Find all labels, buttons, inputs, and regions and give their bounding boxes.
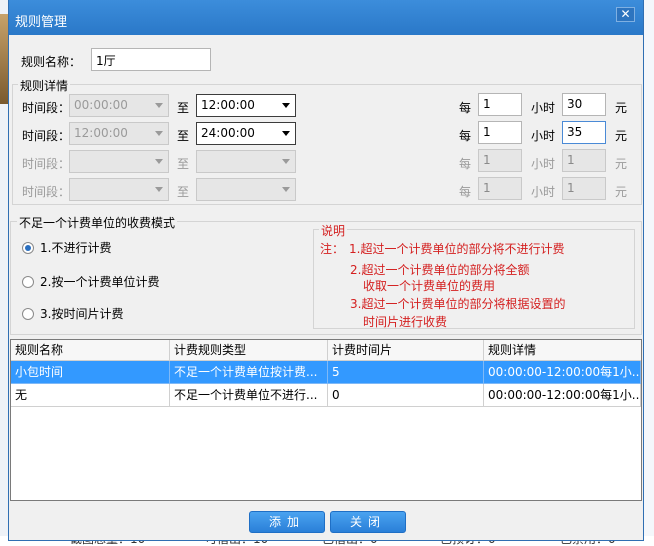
mode-option-full-unit[interactable]: 2.按一个计费单位计费 bbox=[22, 273, 159, 290]
chevron-down-icon bbox=[155, 187, 163, 192]
mode-option-label: 2.按一个计费单位计费 bbox=[40, 275, 160, 289]
radio-icon bbox=[22, 307, 34, 320]
hours-input[interactable]: 1 bbox=[478, 177, 522, 200]
start-time-select[interactable] bbox=[69, 150, 169, 173]
rules-table[interactable]: 规则名称 计费规则类型 计费时间片 规则详情 小包时间 不足一个计费单位按计费.… bbox=[10, 339, 642, 501]
currency-label: 元 bbox=[615, 185, 628, 199]
column-header[interactable]: 规则名称 bbox=[11, 340, 170, 361]
hour-unit-label: 小时 bbox=[531, 129, 556, 143]
close-button[interactable]: 关闭 bbox=[330, 511, 406, 533]
charge-mode-title: 不足一个计费单位的收费模式 bbox=[17, 214, 178, 231]
radio-icon bbox=[22, 275, 34, 288]
per-label: 每 bbox=[459, 157, 472, 171]
table-cell: 00:00:00-12:00:00每1小... bbox=[484, 361, 641, 384]
hour-unit-label: 小时 bbox=[531, 157, 556, 171]
radio-checked-icon bbox=[22, 241, 34, 254]
column-header[interactable]: 计费规则类型 bbox=[170, 340, 328, 361]
table-header: 规则名称 计费规则类型 计费时间片 规则详情 bbox=[11, 340, 641, 361]
explanation-line: 2.超过一个计费单位的部分将全额 bbox=[350, 263, 530, 277]
chevron-down-icon bbox=[155, 131, 163, 136]
time-range-label: 时间段： bbox=[22, 129, 71, 143]
currency-label: 元 bbox=[615, 157, 628, 171]
table-cell: 5 bbox=[328, 361, 484, 384]
per-label: 每 bbox=[459, 129, 472, 143]
chevron-down-icon bbox=[282, 159, 290, 164]
start-time-select[interactable]: 00:00:00 bbox=[69, 94, 169, 117]
rule-name-label: 规则名称： bbox=[21, 55, 82, 69]
rule-management-dialog: 规则管理 ✕ 规则名称： 1厅 规则详情 时间段： 00:00:00 至 12:… bbox=[8, 0, 644, 541]
rule-detail-title: 规则详情 bbox=[18, 77, 71, 94]
time-range-label: 时间段： bbox=[22, 185, 71, 199]
explanation-line: 1.超过一个计费单位的部分将不进行计费 bbox=[349, 242, 565, 256]
per-label: 每 bbox=[459, 101, 472, 115]
price-input[interactable]: 1 bbox=[562, 149, 606, 172]
price-input[interactable]: 35 bbox=[562, 121, 606, 144]
start-time-value: 00:00:00 bbox=[74, 98, 128, 112]
currency-label: 元 bbox=[615, 129, 628, 143]
hour-unit-label: 小时 bbox=[531, 185, 556, 199]
chevron-down-icon bbox=[155, 103, 163, 108]
end-time-value: 12:00:00 bbox=[201, 98, 255, 112]
table-cell: 00:00:00-12:00:00每1小... bbox=[484, 384, 641, 407]
background-app-edge bbox=[643, 0, 654, 546]
end-time-select[interactable]: 12:00:00 bbox=[196, 94, 296, 117]
time-range-label: 时间段： bbox=[22, 101, 71, 115]
mode-option-label: 1.不进行计费 bbox=[40, 241, 112, 255]
chevron-down-icon bbox=[155, 159, 163, 164]
table-row[interactable]: 无 不足一个计费单位不进行... 0 00:00:00-12:00:00每1小.… bbox=[11, 384, 641, 407]
explanation-line: 收取一个计费单位的费用 bbox=[363, 279, 496, 293]
to-label: 至 bbox=[177, 157, 190, 171]
to-label: 至 bbox=[177, 101, 190, 115]
price-input[interactable]: 1 bbox=[562, 177, 606, 200]
time-range-label: 时间段： bbox=[22, 157, 71, 171]
hours-input[interactable]: 1 bbox=[478, 121, 522, 144]
end-time-value: 24:00:00 bbox=[201, 126, 255, 140]
hours-input[interactable]: 1 bbox=[478, 149, 522, 172]
add-button[interactable]: 添加 bbox=[249, 511, 325, 533]
table-cell: 无 bbox=[11, 384, 170, 407]
start-time-select[interactable] bbox=[69, 178, 169, 201]
hour-unit-label: 小时 bbox=[531, 101, 556, 115]
close-icon[interactable]: ✕ bbox=[616, 7, 635, 22]
table-row[interactable]: 小包时间 不足一个计费单位按计费... 5 00:00:00-12:00:00每… bbox=[11, 361, 641, 384]
currency-label: 元 bbox=[615, 101, 628, 115]
explanation-line: 时间片进行收费 bbox=[363, 315, 448, 329]
rule-name-input[interactable]: 1厅 bbox=[91, 48, 211, 71]
mode-option-no-charge[interactable]: 1.不进行计费 bbox=[22, 239, 111, 256]
column-header[interactable]: 计费时间片 bbox=[328, 340, 484, 361]
table-cell: 0 bbox=[328, 384, 484, 407]
mode-option-time-slice[interactable]: 3.按时间片计费 bbox=[22, 305, 123, 322]
chevron-down-icon bbox=[282, 131, 290, 136]
title-bar: 规则管理 ✕ bbox=[9, 0, 643, 35]
mode-option-label: 3.按时间片计费 bbox=[40, 307, 124, 321]
hours-input[interactable]: 1 bbox=[478, 93, 522, 116]
to-label: 至 bbox=[177, 185, 190, 199]
start-time-value: 12:00:00 bbox=[74, 126, 128, 140]
explanation-title: 说明 bbox=[319, 222, 348, 239]
table-cell: 小包时间 bbox=[11, 361, 170, 384]
start-time-select[interactable]: 12:00:00 bbox=[69, 122, 169, 145]
per-label: 每 bbox=[459, 185, 472, 199]
window-title: 规则管理 bbox=[15, 15, 68, 30]
table-cell: 不足一个计费单位不进行... bbox=[170, 384, 328, 407]
table-cell: 不足一个计费单位按计费... bbox=[170, 361, 328, 384]
explanation-line: 3.超过一个计费单位的部分将根据设置的 bbox=[350, 297, 566, 311]
column-header[interactable]: 规则详情 bbox=[484, 340, 641, 361]
to-label: 至 bbox=[177, 129, 190, 143]
end-time-select[interactable] bbox=[196, 178, 296, 201]
chevron-down-icon bbox=[282, 187, 290, 192]
end-time-select[interactable]: 24:00:00 bbox=[196, 122, 296, 145]
price-input[interactable]: 30 bbox=[562, 93, 606, 116]
chevron-down-icon bbox=[282, 103, 290, 108]
end-time-select[interactable] bbox=[196, 150, 296, 173]
explanation-prefix: 注： bbox=[320, 242, 345, 256]
